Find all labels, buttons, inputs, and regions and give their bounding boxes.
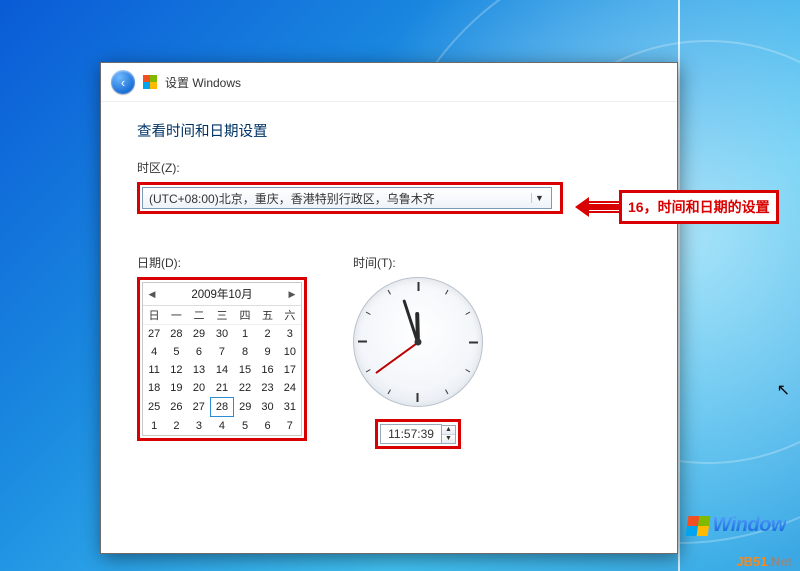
calendar-weekday: 四 bbox=[234, 306, 257, 325]
calendar-day[interactable]: 1 bbox=[143, 417, 165, 436]
desktop-background: ‹ 设置 Windows 查看时间和日期设置 时区(Z): (UTC+08:00… bbox=[0, 0, 800, 571]
calendar-grid: 日一二三四五六 27282930123456789101112131415161… bbox=[143, 306, 301, 435]
calendar-day[interactable]: 27 bbox=[143, 325, 165, 344]
calendar-day[interactable]: 30 bbox=[256, 398, 278, 417]
date-label: 日期(D): bbox=[137, 254, 307, 271]
time-input[interactable]: 11:57:39 bbox=[380, 424, 442, 444]
calendar-day[interactable]: 29 bbox=[188, 325, 211, 344]
windows-logo-icon bbox=[143, 75, 157, 89]
annotation-highlight-timezone: (UTC+08:00)北京，重庆，香港特别行政区，乌鲁木齐 ▼ bbox=[137, 182, 563, 214]
time-section: 时间(T): 11:57:39 ▲ ▼ bbox=[353, 254, 483, 449]
calendar-weekday: 二 bbox=[188, 306, 211, 325]
calendar-day[interactable]: 3 bbox=[279, 325, 301, 344]
watermark: JB51.Net bbox=[736, 554, 792, 569]
calendar-day[interactable]: 25 bbox=[143, 398, 165, 417]
calendar-day[interactable]: 27 bbox=[188, 398, 211, 417]
page-title: 查看时间和日期设置 bbox=[137, 120, 647, 141]
calendar-day[interactable]: 28 bbox=[210, 398, 233, 417]
annotation-arrow-icon bbox=[575, 197, 619, 217]
calendar-day[interactable]: 6 bbox=[256, 417, 278, 436]
calendar-day[interactable]: 26 bbox=[165, 398, 187, 417]
timezone-label: 时区(Z): bbox=[137, 159, 647, 176]
calendar-day[interactable]: 16 bbox=[256, 361, 278, 379]
calendar-weekday: 日 bbox=[143, 306, 165, 325]
calendar-weekday: 五 bbox=[256, 306, 278, 325]
calendar-day[interactable]: 21 bbox=[210, 379, 233, 398]
calendar-day[interactable]: 9 bbox=[256, 343, 278, 361]
annotation-callout: 16，时间和日期的设置 bbox=[575, 190, 779, 224]
calendar-day[interactable]: 14 bbox=[210, 361, 233, 379]
spinner-up-icon[interactable]: ▲ bbox=[442, 426, 455, 435]
calendar-day[interactable]: 30 bbox=[210, 325, 233, 344]
calendar[interactable]: ◀ 2009年10月 ▶ 日一二三四五六 2728293012345678910… bbox=[142, 282, 302, 436]
second-hand bbox=[375, 342, 418, 374]
calendar-day[interactable]: 2 bbox=[165, 417, 187, 436]
windows-logo-icon bbox=[685, 516, 710, 536]
time-spinner[interactable]: ▲ ▼ bbox=[442, 425, 456, 444]
calendar-day[interactable]: 31 bbox=[279, 398, 301, 417]
brand-text: Window bbox=[713, 514, 786, 537]
calendar-day[interactable]: 18 bbox=[143, 379, 165, 398]
calendar-day[interactable]: 8 bbox=[234, 343, 257, 361]
calendar-day[interactable]: 29 bbox=[234, 398, 257, 417]
annotation-highlight-time: 11:57:39 ▲ ▼ bbox=[375, 419, 461, 449]
wizard-header: ‹ 设置 Windows bbox=[101, 63, 677, 102]
calendar-day[interactable]: 3 bbox=[188, 417, 211, 436]
calendar-day[interactable]: 5 bbox=[165, 343, 187, 361]
date-section: 日期(D): ◀ 2009年10月 ▶ 日一二三四五六 272829301234… bbox=[137, 254, 307, 449]
calendar-weekday: 六 bbox=[279, 306, 301, 325]
chevron-down-icon: ▼ bbox=[531, 193, 547, 203]
calendar-day[interactable]: 12 bbox=[165, 361, 187, 379]
calendar-day[interactable]: 20 bbox=[188, 379, 211, 398]
calendar-day[interactable]: 19 bbox=[165, 379, 187, 398]
time-label: 时间(T): bbox=[353, 254, 396, 271]
calendar-weekday: 一 bbox=[165, 306, 187, 325]
calendar-day[interactable]: 28 bbox=[165, 325, 187, 344]
calendar-day[interactable]: 7 bbox=[279, 417, 301, 436]
calendar-day[interactable]: 10 bbox=[279, 343, 301, 361]
calendar-day[interactable]: 23 bbox=[256, 379, 278, 398]
setup-wizard-window: ‹ 设置 Windows 查看时间和日期设置 时区(Z): (UTC+08:00… bbox=[100, 62, 678, 554]
calendar-day[interactable]: 11 bbox=[143, 361, 165, 379]
clock-center-icon bbox=[415, 339, 422, 346]
calendar-day[interactable]: 2 bbox=[256, 325, 278, 344]
calendar-day[interactable]: 7 bbox=[210, 343, 233, 361]
calendar-next-button[interactable]: ▶ bbox=[287, 289, 297, 300]
watermark-a: JB51 bbox=[736, 554, 767, 569]
calendar-month-title: 2009年10月 bbox=[191, 286, 252, 302]
decor-line bbox=[678, 0, 680, 571]
window-title: 设置 Windows bbox=[165, 74, 241, 91]
calendar-day[interactable]: 4 bbox=[143, 343, 165, 361]
calendar-prev-button[interactable]: ◀ bbox=[147, 289, 157, 300]
calendar-header: ◀ 2009年10月 ▶ bbox=[143, 283, 301, 306]
calendar-day[interactable]: 13 bbox=[188, 361, 211, 379]
analog-clock bbox=[353, 277, 483, 407]
windows-brand: Window bbox=[687, 514, 786, 537]
calendar-day[interactable]: 15 bbox=[234, 361, 257, 379]
spinner-down-icon[interactable]: ▼ bbox=[442, 435, 455, 443]
arrow-left-icon: ‹ bbox=[121, 75, 125, 90]
back-button[interactable]: ‹ bbox=[111, 70, 135, 94]
timezone-selected-value: (UTC+08:00)北京，重庆，香港特别行政区，乌鲁木齐 bbox=[149, 190, 435, 207]
annotation-text: 16，时间和日期的设置 bbox=[619, 190, 779, 224]
calendar-day[interactable]: 22 bbox=[234, 379, 257, 398]
watermark-b: .Net bbox=[767, 554, 792, 569]
cursor-icon: ↖ bbox=[777, 380, 790, 400]
annotation-highlight-calendar: ◀ 2009年10月 ▶ 日一二三四五六 2728293012345678910… bbox=[137, 277, 307, 441]
wizard-content: 查看时间和日期设置 时区(Z): (UTC+08:00)北京，重庆，香港特别行政… bbox=[101, 102, 677, 449]
calendar-weekday: 三 bbox=[210, 306, 233, 325]
calendar-day[interactable]: 24 bbox=[279, 379, 301, 398]
calendar-day[interactable]: 1 bbox=[234, 325, 257, 344]
calendar-day[interactable]: 5 bbox=[234, 417, 257, 436]
calendar-day[interactable]: 17 bbox=[279, 361, 301, 379]
timezone-select[interactable]: (UTC+08:00)北京，重庆，香港特别行政区，乌鲁木齐 ▼ bbox=[142, 187, 552, 209]
calendar-day[interactable]: 6 bbox=[188, 343, 211, 361]
calendar-day[interactable]: 4 bbox=[210, 417, 233, 436]
